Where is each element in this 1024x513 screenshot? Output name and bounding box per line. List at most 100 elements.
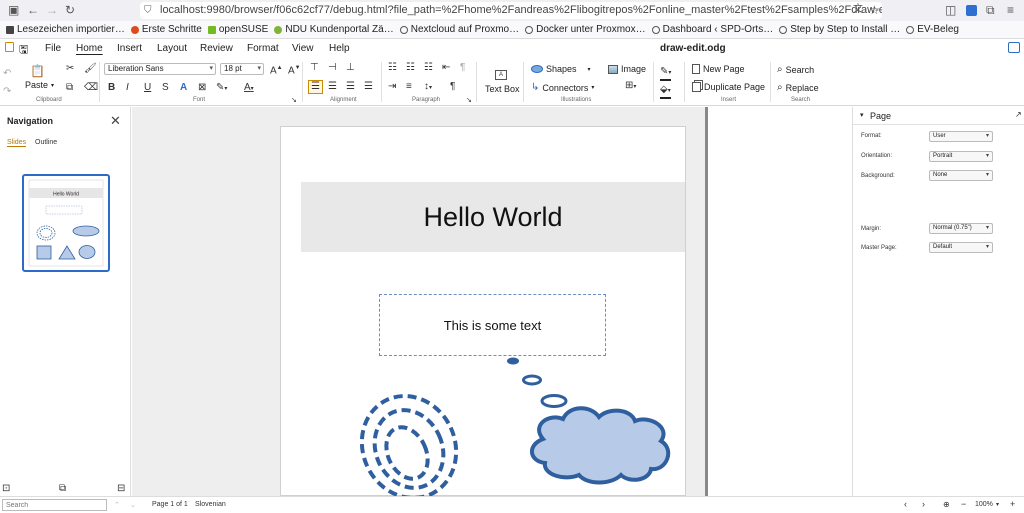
search-input[interactable] [2,499,107,511]
grow-font-icon[interactable]: A▲ [270,62,283,77]
background-select[interactable]: None ▾ [929,170,993,181]
align-bottom-icon[interactable]: ⊥ [346,62,355,74]
new-page-button[interactable]: New Page [692,64,745,74]
sidebar-more-icon[interactable]: ↗ [1015,110,1022,119]
align-justify-icon[interactable]: ☰ [364,81,373,93]
extension-icon[interactable] [966,5,977,16]
align-left-icon[interactable]: ☰ [308,80,323,94]
zoom-out-icon[interactable]: − [961,499,966,509]
fill-color-icon[interactable]: ⬙▾ [660,84,671,99]
back-icon[interactable]: ← [27,3,39,17]
align-top-icon[interactable]: ⊤ [310,62,319,74]
menu-icon[interactable]: ≡ [1007,3,1014,17]
slide-thumbnail[interactable]: Hello World [22,174,110,272]
bookmark-item-2[interactable]: openSUSE [207,24,268,35]
sidebar-toggle-icon[interactable] [1008,42,1020,53]
font-work-icon[interactable]: ⊠ [198,82,206,94]
paste-button[interactable]: Paste ▾ [25,80,54,90]
address-bar[interactable]: ⛉ localhost:9980/browser/f06c62cf77/debu… [140,2,882,19]
orientation-select[interactable]: Portrait ▾ [929,151,993,162]
bookmark-star-icon[interactable]: ☆ [869,3,880,17]
formatting-marks-icon[interactable]: ¶ [460,62,465,74]
undo-icon[interactable]: ↶ [3,68,11,80]
menu-file[interactable]: File [45,43,61,54]
paste-icon[interactable]: 📋 [30,65,45,77]
slide-page[interactable]: Hello World This is some text [280,126,686,497]
clone-formatting-icon[interactable]: 🖌 [84,63,97,75]
shield-icon[interactable]: ⛉ [144,2,152,19]
duplicate-page-button[interactable]: Duplicate Page [692,82,765,92]
align-middle-icon[interactable]: ⊣ [328,62,337,74]
paragraph-dialog-icon[interactable]: ↘ [466,95,472,107]
connectors-button[interactable]: ↳ Connectors ▾ [531,82,594,93]
menu-review[interactable]: Review [200,43,233,54]
menu-help[interactable]: Help [329,43,350,54]
shrink-font-icon[interactable]: A▼ [288,62,301,77]
image-button[interactable]: Image [608,64,646,74]
chevron-down-icon[interactable]: ▾ [996,501,999,508]
line-spacing-icon[interactable]: ↕▾ [424,81,432,94]
align-center-icon[interactable]: ☰ [328,81,337,93]
bookmark-item-0[interactable]: Lesezeichen importier… [6,24,125,35]
document-canvas[interactable]: Hello World This is some text [132,107,706,497]
bold-icon[interactable]: B [108,82,115,94]
replace-button[interactable]: ⌕ Replace [777,82,819,93]
bookmark-item-7[interactable]: Step by Step to Install … [779,24,900,35]
bookmark-item-3[interactable]: NDU Kundenportal Zä… [274,24,394,35]
menu-view[interactable]: View [292,43,314,54]
redo-icon[interactable]: ↷ [3,86,11,98]
tab-outline[interactable]: Outline [35,139,57,146]
cut-icon[interactable]: ✂ [66,63,74,75]
menu-insert[interactable]: Insert [117,43,142,54]
delete-slide-icon[interactable]: ⊟ [117,483,125,495]
shapes-button[interactable]: Shapes ▾ [531,64,591,74]
master-page-select[interactable]: Default ▾ [929,242,993,253]
search-down-icon[interactable]: ⌄ [130,501,136,509]
pocket-icon[interactable]: ◫ [945,3,956,17]
canvas-scrollbar[interactable] [705,107,708,496]
bookmark-item-4[interactable]: Nextcloud auf Proxmo… [399,24,519,35]
copy-icon[interactable]: ⧉ [66,82,73,94]
text-box-button[interactable]: Text Box [485,84,520,94]
table-icon[interactable]: ⊞▾ [625,80,636,93]
search-button[interactable]: ⌕ Search [777,64,814,75]
next-page-icon[interactable]: › [922,499,925,509]
search-up-icon[interactable]: ⌃ [114,501,120,509]
paragraph-spacing-icon[interactable]: ≡ [406,81,412,93]
close-icon[interactable]: ✕ [110,113,121,129]
font-dialog-icon[interactable]: ↘ [291,95,297,107]
highlight-color-icon[interactable]: ✎▾ [216,82,227,95]
zoom-level[interactable]: 100% [975,501,993,508]
menu-format[interactable]: Format [247,43,279,54]
prev-page-icon[interactable]: ‹ [904,499,907,509]
margin-select[interactable]: Normal (0.75") ▾ [929,223,993,234]
clear-formatting-icon[interactable]: ⌫ [84,82,98,94]
strikethrough-icon[interactable]: S [162,82,169,94]
text-box-icon[interactable]: A [495,70,507,80]
paragraph-direction-icon[interactable]: ¶ [450,81,455,93]
font-name-combo[interactable]: Liberation Sans ▾ [104,63,216,75]
format-select[interactable]: User ▾ [929,131,993,142]
zoom-in-icon[interactable]: + [1010,499,1015,509]
numbered-list-icon[interactable]: ☷ [406,62,415,74]
line-color-icon[interactable]: ✎▾ [660,66,672,81]
collapse-icon[interactable]: ▾ [860,111,864,119]
duplicate-slide-icon[interactable]: ⧉ [59,483,66,495]
decrease-indent-icon[interactable]: ⇤ [442,62,450,74]
translate-icon[interactable]: 文 [853,3,863,17]
font-size-combo[interactable]: 18 pt ▾ [220,63,264,75]
bookmark-item-5[interactable]: Docker unter Proxmox… [525,24,646,35]
tab-slides[interactable]: Slides [7,139,27,147]
menu-layout[interactable]: Layout [157,43,187,54]
document-title[interactable]: draw-edit.odg [660,43,726,54]
language-status[interactable]: Slovenian [195,501,226,508]
zoom-reset-icon[interactable]: ⊕ [943,500,950,509]
bookmark-item-1[interactable]: Erste Schritte [130,24,202,35]
underline-icon[interactable]: U [144,82,151,94]
sidebar-toggle-icon[interactable]: ▣ [8,3,19,17]
increase-indent-icon[interactable]: ⇥ [388,81,396,93]
new-slide-icon[interactable]: ⊡ [2,483,10,495]
outline-list-icon[interactable]: ☷ [424,62,433,74]
menu-home[interactable]: Home [76,43,103,54]
bookmark-item-8[interactable]: EV-Beleg [906,24,959,35]
